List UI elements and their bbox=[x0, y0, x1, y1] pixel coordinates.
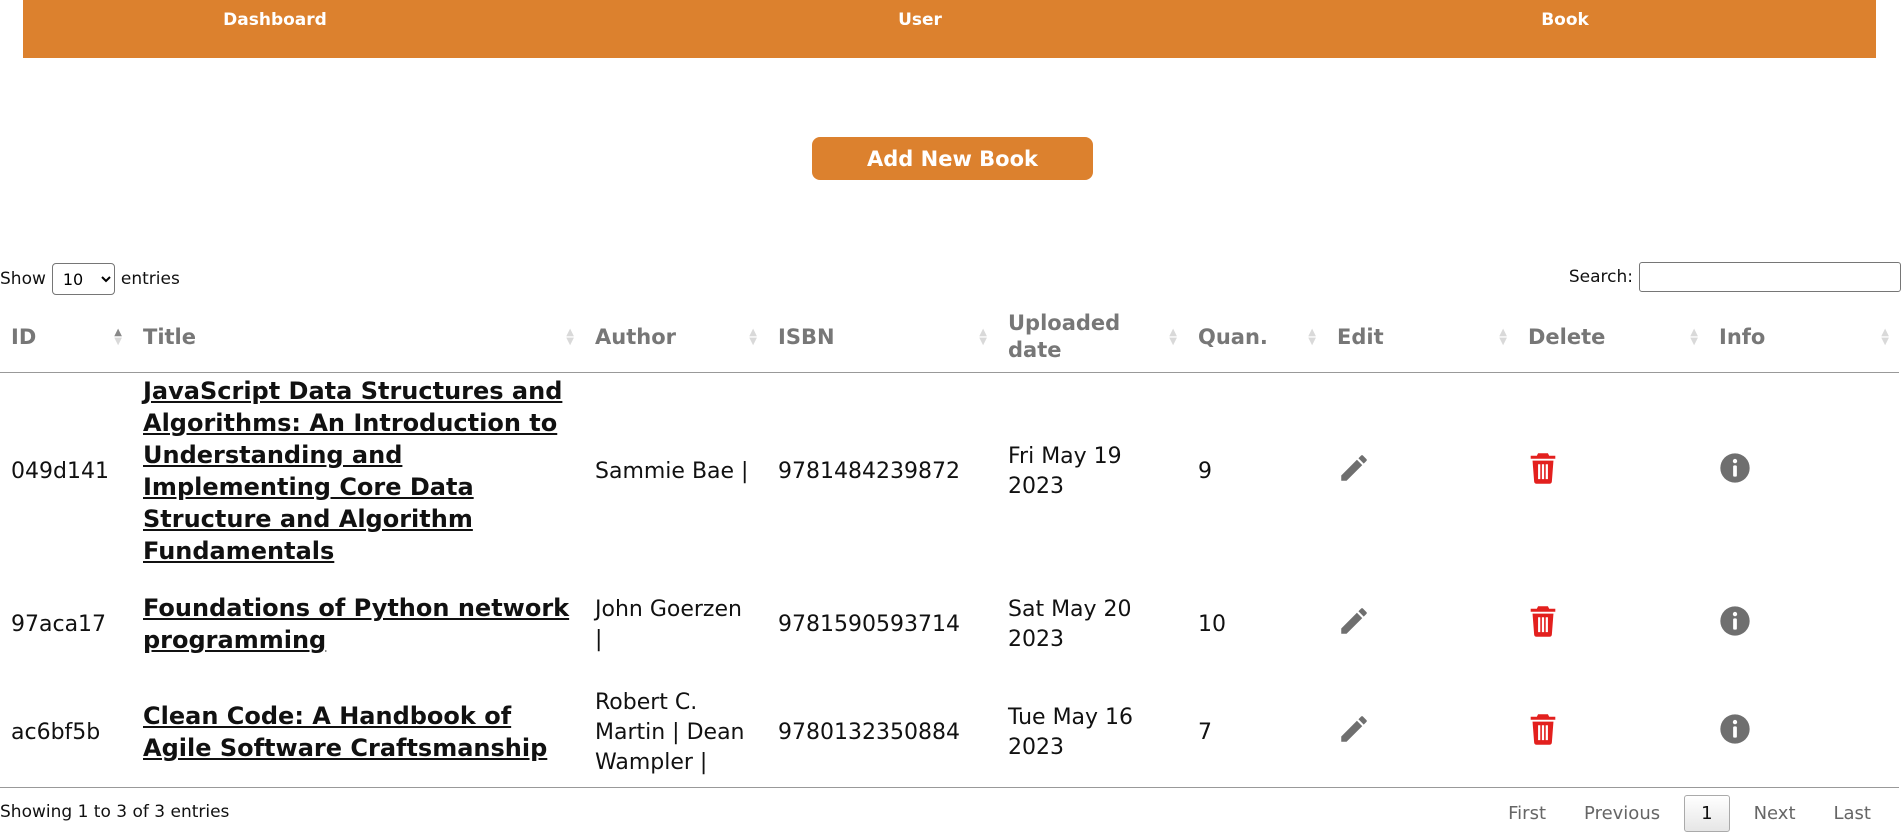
column-header-uploaded-date[interactable]: Uploaded date ▲ ▼ bbox=[997, 302, 1187, 373]
cell-delete bbox=[1517, 571, 1708, 679]
cell-author: Robert C. Martin | Dean Wampler | bbox=[584, 679, 767, 788]
cell-uploaded-date: Fri May 19 2023 bbox=[1008, 444, 1122, 499]
pagination-next-button[interactable]: Next bbox=[1740, 795, 1810, 832]
book-title-link[interactable]: JavaScript Data Structures and Algorithm… bbox=[143, 377, 562, 565]
cell-uploaded-date: Sat May 20 2023 bbox=[1008, 597, 1132, 652]
sort-icon: ▲ ▼ bbox=[1690, 327, 1698, 347]
trash-icon[interactable] bbox=[1528, 605, 1558, 646]
search-control: Search: bbox=[1569, 262, 1901, 292]
cell-quantity: 7 bbox=[1187, 679, 1326, 788]
cell-delete bbox=[1517, 679, 1708, 788]
sort-icon: ▲ ▼ bbox=[1308, 327, 1316, 347]
table-info-text: Showing 1 to 3 of 3 entries bbox=[0, 802, 230, 822]
cell-info bbox=[1708, 571, 1899, 679]
page-length-select[interactable]: 10 bbox=[51, 263, 115, 295]
books-table: ID ▲ ▼ Title ▲ ▼ Author ▲ ▼ ISBN ▲ ▼ Uploaded da… bbox=[0, 302, 1899, 788]
table-row: 97aca17 Foundations of Python network pr… bbox=[0, 571, 1899, 679]
trash-icon[interactable] bbox=[1528, 452, 1558, 493]
nav-link-user[interactable]: User bbox=[898, 10, 942, 30]
pagination-page-1-button[interactable]: 1 bbox=[1684, 795, 1730, 832]
column-header-delete[interactable]: Delete ▲ ▼ bbox=[1517, 302, 1708, 373]
cell-isbn: 9781590593714 bbox=[778, 612, 960, 637]
search-label: Search: bbox=[1568, 267, 1633, 287]
cell-author: Sammie Bae | bbox=[595, 459, 749, 484]
sort-icon: ▲ ▼ bbox=[1169, 327, 1177, 347]
pencil-icon[interactable] bbox=[1337, 451, 1371, 494]
cell-delete bbox=[1517, 373, 1708, 572]
table-row: 049d141 JavaScript Data Structures and A… bbox=[0, 373, 1899, 572]
cell-edit bbox=[1326, 571, 1517, 679]
column-header-isbn[interactable]: ISBN ▲ ▼ bbox=[767, 302, 997, 373]
cell-quantity: 10 bbox=[1198, 612, 1226, 637]
cell-id: ac6bf5b bbox=[0, 679, 132, 788]
column-header-quantity[interactable]: Quan. ▲ ▼ bbox=[1187, 302, 1326, 373]
cell-edit bbox=[1326, 679, 1517, 788]
column-header-edit[interactable]: Edit ▲ ▼ bbox=[1326, 302, 1517, 373]
pagination-last-button[interactable]: Last bbox=[1820, 795, 1886, 832]
pagination-first-button[interactable]: First bbox=[1494, 795, 1560, 832]
nav-link-book[interactable]: Book bbox=[1541, 10, 1589, 30]
cell-title: Foundations of Python network programmin… bbox=[132, 571, 584, 679]
info-circle-icon[interactable] bbox=[1719, 605, 1751, 646]
table-header-row: ID ▲ ▼ Title ▲ ▼ Author ▲ ▼ ISBN ▲ ▼ Uploaded da… bbox=[0, 302, 1899, 373]
column-header-info[interactable]: Info ▲ ▼ bbox=[1708, 302, 1899, 373]
page-length-control: Show 10 entries bbox=[0, 263, 180, 295]
column-header-title[interactable]: Title ▲ ▼ bbox=[132, 302, 584, 373]
pagination-previous-button[interactable]: Previous bbox=[1570, 795, 1674, 832]
cell-id: 97aca17 bbox=[11, 612, 107, 637]
cell-info bbox=[1708, 373, 1899, 572]
pencil-icon[interactable] bbox=[1337, 604, 1371, 647]
top-navbar: Dashboard User Book bbox=[23, 0, 1876, 58]
cell-id: 049d141 bbox=[11, 459, 109, 484]
sort-icon: ▲ ▼ bbox=[979, 327, 987, 347]
entries-label: entries bbox=[120, 269, 180, 289]
table-row: ac6bf5b Clean Code: A Handbook of Agile … bbox=[0, 679, 1899, 788]
sort-icon: ▲ ▼ bbox=[1499, 327, 1507, 347]
info-circle-icon[interactable] bbox=[1719, 713, 1751, 754]
cell-isbn: 9781484239872 bbox=[778, 459, 960, 484]
cell-info bbox=[1708, 679, 1899, 788]
add-new-book-button[interactable]: Add New Book bbox=[812, 137, 1093, 180]
book-title-link[interactable]: Clean Code: A Handbook of Agile Software… bbox=[143, 702, 547, 762]
pencil-icon[interactable] bbox=[1337, 712, 1371, 755]
cell-edit bbox=[1326, 373, 1517, 572]
book-title-link[interactable]: Foundations of Python network programmin… bbox=[143, 594, 569, 654]
sort-asc-icon: ▲ ▼ bbox=[114, 327, 122, 347]
sort-icon: ▲ ▼ bbox=[749, 327, 757, 347]
cell-title: JavaScript Data Structures and Algorithm… bbox=[132, 373, 584, 572]
pagination: First Previous 1 Next Last bbox=[1484, 795, 1885, 832]
cell-quantity: 9 bbox=[1198, 459, 1212, 484]
cell-uploaded-date: Tue May 16 2023 bbox=[997, 679, 1187, 788]
search-input[interactable] bbox=[1639, 262, 1901, 292]
column-header-id[interactable]: ID ▲ ▼ bbox=[0, 302, 132, 373]
column-header-author[interactable]: Author ▲ ▼ bbox=[584, 302, 767, 373]
sort-icon: ▲ ▼ bbox=[1881, 327, 1889, 347]
trash-icon[interactable] bbox=[1528, 713, 1558, 754]
sort-icon: ▲ ▼ bbox=[566, 327, 574, 347]
cell-title: Clean Code: A Handbook of Agile Software… bbox=[132, 679, 584, 788]
cell-author: John Goerzen | bbox=[595, 597, 742, 652]
show-label: Show bbox=[0, 269, 46, 289]
info-circle-icon[interactable] bbox=[1719, 452, 1751, 493]
cell-isbn: 9780132350884 bbox=[767, 679, 997, 788]
nav-link-dashboard[interactable]: Dashboard bbox=[223, 10, 327, 30]
